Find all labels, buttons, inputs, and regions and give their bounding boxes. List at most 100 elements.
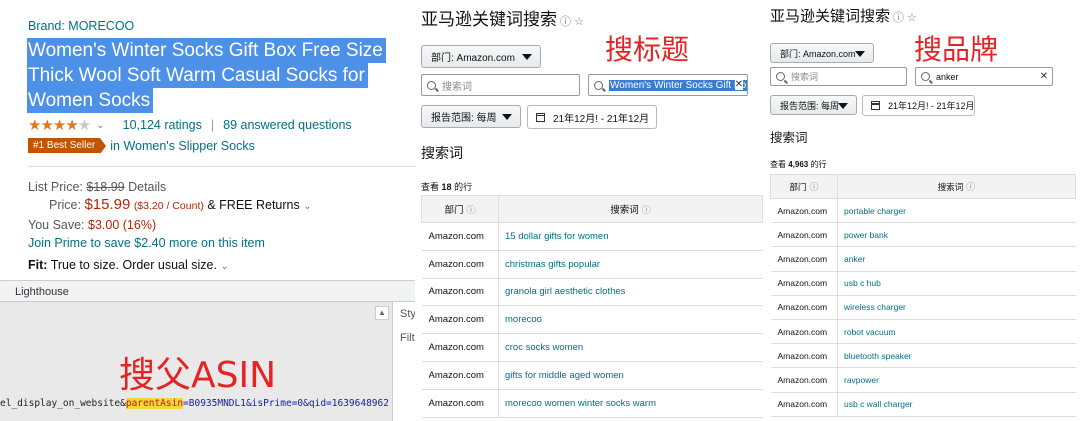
search-term-link[interactable]: morecoo <box>498 305 763 335</box>
price-per-count: ($3.20 / Count) <box>133 200 204 212</box>
search-term-link[interactable]: power bank <box>837 222 1076 248</box>
department-cell: Amazon.com <box>770 246 838 272</box>
search-term-link[interactable]: bluetooth speaker <box>837 343 1076 369</box>
parent-asin-annotation: 搜父ASIN <box>119 355 277 396</box>
report-range-select[interactable]: 报告范围: 每周 <box>770 95 857 115</box>
page-title: 亚马逊关键词搜索 ⓘ ☆ <box>421 10 584 30</box>
dropdown-arrow-icon <box>838 103 848 109</box>
close-icon[interactable]: ✕ <box>734 79 743 90</box>
calendar-icon <box>871 101 880 110</box>
department-cell: Amazon.com <box>421 250 499 279</box>
product-panel: Brand: MORECOO Women's Winter Socks Gift… <box>0 0 415 421</box>
section-heading: 搜索词 <box>421 145 463 161</box>
info-icon: ⓘ <box>809 182 819 192</box>
date-range-picker[interactable]: 21年12月! - 21年12月 <box>527 105 657 129</box>
url-source-line: el_display_on_website&parentAsin=B0935MN… <box>0 398 392 409</box>
table-row: Amazon.com robot vacuum <box>770 319 1076 345</box>
title-search-annotation: 搜标题 <box>605 33 690 66</box>
search-icon <box>594 80 603 90</box>
date-range-picker[interactable]: 21年12月! - 21年12月 <box>862 95 975 116</box>
search-term-link[interactable]: ravpower <box>837 367 1076 393</box>
keyword-table: 部门 ⓘ 搜索词 ⓘ Amazon.com portable charger Amazo… <box>770 174 1076 417</box>
search-term-link[interactable]: anker <box>837 246 1076 272</box>
join-prime-link[interactable]: Join Prime to save $2.40 more on this it… <box>28 236 265 250</box>
col-header-search-term[interactable]: 搜索词 ⓘ <box>498 195 763 223</box>
free-returns[interactable]: & FREE Returns <box>207 198 299 212</box>
search-term-link[interactable]: morecoo women winter socks warm <box>498 389 763 418</box>
page-title: 亚马逊关键词搜索 ⓘ ☆ <box>770 7 917 25</box>
details-link[interactable]: Details <box>128 180 166 194</box>
best-seller-badge: #1 Best Seller <box>28 138 107 154</box>
product-title-line: Women Socks <box>27 88 154 113</box>
search-term-link[interactable]: granola girl aesthetic clothes <box>498 278 763 307</box>
table-row: Amazon.com gifts for middle aged women <box>421 361 763 390</box>
brand-link[interactable]: Brand: MORECOO <box>28 19 134 33</box>
row-count: 查看 4,963 的行 <box>770 160 827 169</box>
brand-search-input[interactable]: anker ✕ <box>915 67 1053 86</box>
ratings-link[interactable]: 10,124 ratings <box>123 118 202 132</box>
search-term-link[interactable]: robot vacuum <box>837 319 1076 345</box>
parent-asin-highlight: parentAsin <box>125 398 184 409</box>
star-icon[interactable]: ☆ <box>574 15 584 28</box>
star-icon[interactable]: ☆ <box>907 11 917 24</box>
chevron-down-icon[interactable]: ⌄ <box>220 261 228 272</box>
table-row: Amazon.com 15 dollar gifts for women <box>421 222 763 251</box>
dropdown-arrow-icon <box>502 114 512 120</box>
department-select[interactable]: 部门: Amazon.com <box>421 45 541 68</box>
search-term-input[interactable]: 搜索词 <box>770 67 907 86</box>
search-term-link[interactable]: christmas gifts popular <box>498 250 763 279</box>
table-row: Amazon.com usb c hub <box>770 271 1076 296</box>
tab-styles[interactable]: Sty <box>400 308 415 320</box>
chevron-down-icon[interactable]: ⌄ <box>96 120 104 131</box>
search-term-link[interactable]: wireless charger <box>837 295 1076 320</box>
url-rest: =B0935MNDL1&isPrime=0&qid=1639648962 <box>183 398 389 409</box>
report-range-select[interactable]: 报告范围: 每周 <box>421 105 521 128</box>
table-row: Amazon.com portable charger <box>770 198 1076 224</box>
row-count: 查看 18 的行 <box>421 182 473 192</box>
divider <box>28 166 415 167</box>
info-icon[interactable]: ⓘ <box>560 15 571 28</box>
table-row: Amazon.com power bank <box>770 222 1076 248</box>
search-icon <box>776 72 785 81</box>
department-cell: Amazon.com <box>421 361 499 390</box>
search-icon <box>921 72 930 81</box>
close-icon[interactable]: ✕ <box>1039 71 1048 82</box>
search-term-link[interactable]: usb c hub <box>837 271 1076 296</box>
product-title-line: Women's Winter Socks Gift Box Free Size <box>27 38 386 63</box>
info-icon[interactable]: ⓘ <box>893 11 904 24</box>
search-term-link[interactable]: portable charger <box>837 198 1076 224</box>
answered-questions-link[interactable]: 89 answered questions <box>223 118 352 132</box>
info-icon: ⓘ <box>641 205 651 215</box>
department-select[interactable]: 部门: Amazon.com <box>770 43 874 63</box>
table-row: Amazon.com morecoo women winter socks war… <box>421 389 763 418</box>
search-term-input[interactable]: 搜索词 <box>421 74 580 96</box>
col-header-search-term[interactable]: 搜索词 ⓘ <box>837 174 1076 199</box>
department-cell: Amazon.com <box>770 295 838 320</box>
product-title-line: Thick Wool Soft Warm Casual Socks for <box>27 63 368 88</box>
col-header-department[interactable]: 部门 ⓘ <box>421 195 499 223</box>
fit-label: Fit: <box>28 258 48 272</box>
price-label: Price: <box>49 198 81 212</box>
chevron-down-icon[interactable]: ⌄ <box>303 201 311 212</box>
dropdown-arrow-icon <box>522 54 532 60</box>
department-cell: Amazon.com <box>421 333 499 362</box>
search-term-link[interactable]: usb c wall charger <box>837 392 1076 417</box>
star-rating-icon[interactable]: ★★★★★ <box>28 116 91 134</box>
title-search-input[interactable]: Women's Winter Socks Gift Bo ✕ <box>588 74 748 96</box>
product-title: Women's Winter Socks Gift Box Free Size … <box>27 38 407 113</box>
info-icon: ⓘ <box>966 182 976 192</box>
best-seller-category-link[interactable]: in Women's Slipper Socks <box>110 139 255 153</box>
tab-lighthouse[interactable]: Lighthouse <box>15 286 69 298</box>
styles-filter-input[interactable]: Filte <box>400 332 415 344</box>
scroll-up-icon[interactable]: ▲ <box>375 306 389 320</box>
calendar-icon <box>536 112 545 122</box>
you-save-amount: $3.00 (16%) <box>88 218 157 232</box>
col-header-department[interactable]: 部门 ⓘ <box>770 174 838 199</box>
search-term-link[interactable]: croc socks women <box>498 333 763 362</box>
search-term-link[interactable]: 15 dollar gifts for women <box>498 222 763 251</box>
search-term-link[interactable]: gifts for middle aged women <box>498 361 763 390</box>
price-block: List Price: $18.99 Details Price: $15.99… <box>28 178 330 252</box>
department-cell: Amazon.com <box>770 367 838 393</box>
list-price-label: List Price: <box>28 180 83 194</box>
table-row: Amazon.com bluetooth speaker <box>770 343 1076 369</box>
